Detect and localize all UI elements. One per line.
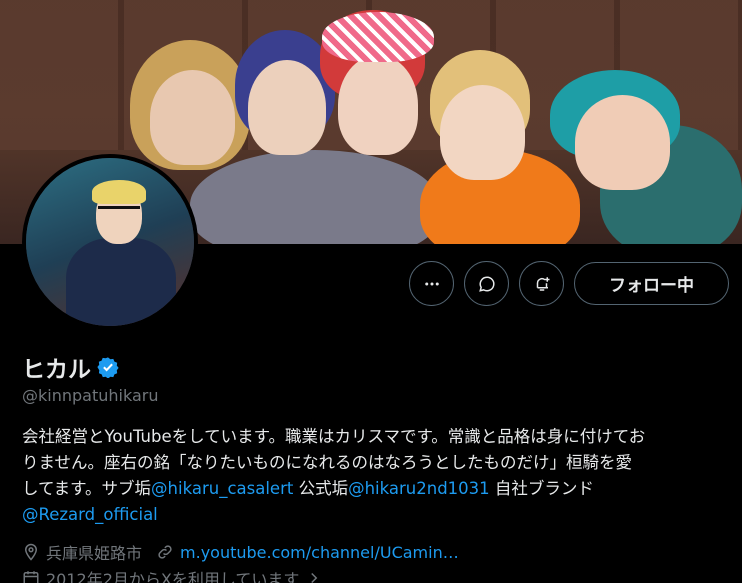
following-button[interactable]: フォロー中	[574, 262, 729, 305]
mention-link[interactable]: @Rezard_official	[22, 505, 158, 524]
calendar-icon	[23, 571, 39, 583]
link-icon	[158, 545, 172, 559]
banner-figure	[150, 70, 235, 165]
more-button[interactable]	[409, 261, 454, 306]
profile-location: 兵庫県姫路市	[22, 540, 142, 564]
profile-actions: フォロー中	[409, 261, 729, 306]
website-link[interactable]: m.youtube.com/channel/UCamin…	[180, 543, 459, 562]
chevron-right-icon[interactable]	[305, 569, 323, 583]
mention-link[interactable]: @hikaru2nd1031	[348, 479, 490, 498]
profile-website: m.youtube.com/channel/UCamin…	[156, 543, 459, 562]
avatar-hair	[92, 180, 146, 204]
location-text: 兵庫県姫路市	[46, 544, 143, 563]
profile-joined: 2012年2月からXを利用しています	[22, 566, 323, 583]
profile-bio: 会社経営とYouTubeをしています。職業はカリスマです。常識と品格は身に付けて…	[22, 424, 732, 528]
bio-line: @Rezard_official	[22, 502, 732, 528]
notify-button[interactable]	[519, 261, 564, 306]
profile-handle: @kinnpatuhikaru	[22, 386, 159, 405]
profile-name: ヒカル	[22, 357, 91, 383]
mention-link[interactable]: @hikaru_casalert	[151, 479, 293, 498]
verified-badge-icon[interactable]	[97, 356, 119, 378]
bio-line: りません。座右の銘「なりたいものになれるのはなろうとしたものだけ」桓騎を愛	[22, 453, 633, 472]
bio-line: してます。サブ垢@hikaru_casalert 公式垢@hikaru2nd10…	[22, 476, 732, 502]
avatar-glasses	[98, 206, 140, 216]
banner-figure	[575, 95, 670, 190]
avatar-suit	[66, 238, 176, 326]
banner-figure	[338, 55, 418, 155]
profile-meta: 兵庫県姫路市 m.youtube.com/channel/UCamin…	[22, 540, 459, 564]
joined-text: 2012年2月からXを利用しています	[46, 570, 300, 583]
banner-figure	[190, 150, 440, 244]
location-pin-icon	[24, 543, 38, 561]
bio-text: 公式垢	[293, 479, 349, 498]
bell-plus-icon	[536, 276, 549, 291]
message-button[interactable]	[464, 261, 509, 306]
bio-text: してます。サブ垢	[22, 479, 152, 498]
banner-bow	[322, 12, 434, 62]
banner-figure	[440, 85, 525, 180]
profile-avatar[interactable]	[22, 154, 198, 330]
banner-figure	[248, 60, 326, 155]
message-icon	[478, 275, 495, 292]
profile-name-row: ヒカル	[22, 350, 119, 384]
bio-line: 会社経営とYouTubeをしています。職業はカリスマです。常識と品格は身に付けて…	[22, 427, 646, 446]
more-icon	[424, 282, 439, 285]
bio-text: 自社ブランド	[489, 479, 594, 498]
